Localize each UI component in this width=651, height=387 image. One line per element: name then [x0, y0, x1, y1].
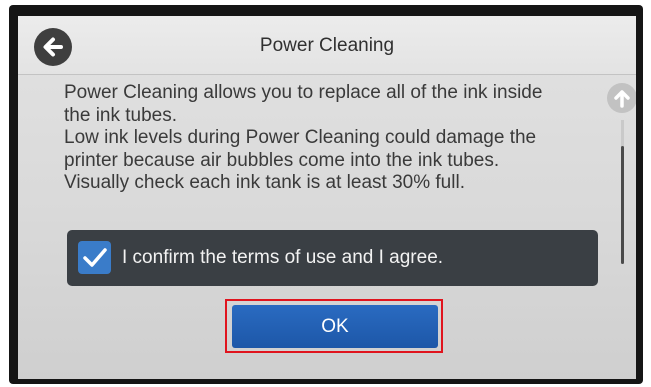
arrow-left-icon — [43, 37, 63, 57]
back-button[interactable] — [34, 28, 72, 66]
agree-checkbox[interactable] — [78, 241, 111, 274]
title-bar: Power Cleaning — [18, 16, 636, 75]
scrollbar-track[interactable] — [621, 120, 624, 264]
instruction-text: Power Cleaning allows you to replace all… — [64, 82, 604, 195]
scrollbar-thumb[interactable] — [621, 146, 624, 264]
instruction-line: Visually check each ink tank is at least… — [64, 172, 465, 193]
scroll-up-button[interactable] — [607, 83, 636, 113]
instruction-line: Power Cleaning allows you to replace all… — [64, 82, 543, 103]
checkmark-icon — [83, 248, 107, 267]
agree-checkbox-row[interactable]: I confirm the terms of use and I agree. — [67, 230, 598, 286]
ok-button[interactable]: OK — [232, 305, 438, 348]
page-title: Power Cleaning — [259, 35, 395, 56]
device-photo: Power Cleaning Power Cleaning allows you… — [0, 0, 651, 387]
instruction-line: Low ink levels during Power Cleaning cou… — [64, 127, 537, 148]
arrow-up-icon — [614, 90, 630, 108]
instruction-line: printer because air bubbles come into th… — [64, 149, 500, 171]
instruction-line: the ink tubes. — [64, 104, 178, 126]
printer-screen: Power Cleaning Power Cleaning allows you… — [18, 16, 636, 379]
agree-label: I confirm the terms of use and I agree. — [122, 247, 444, 268]
